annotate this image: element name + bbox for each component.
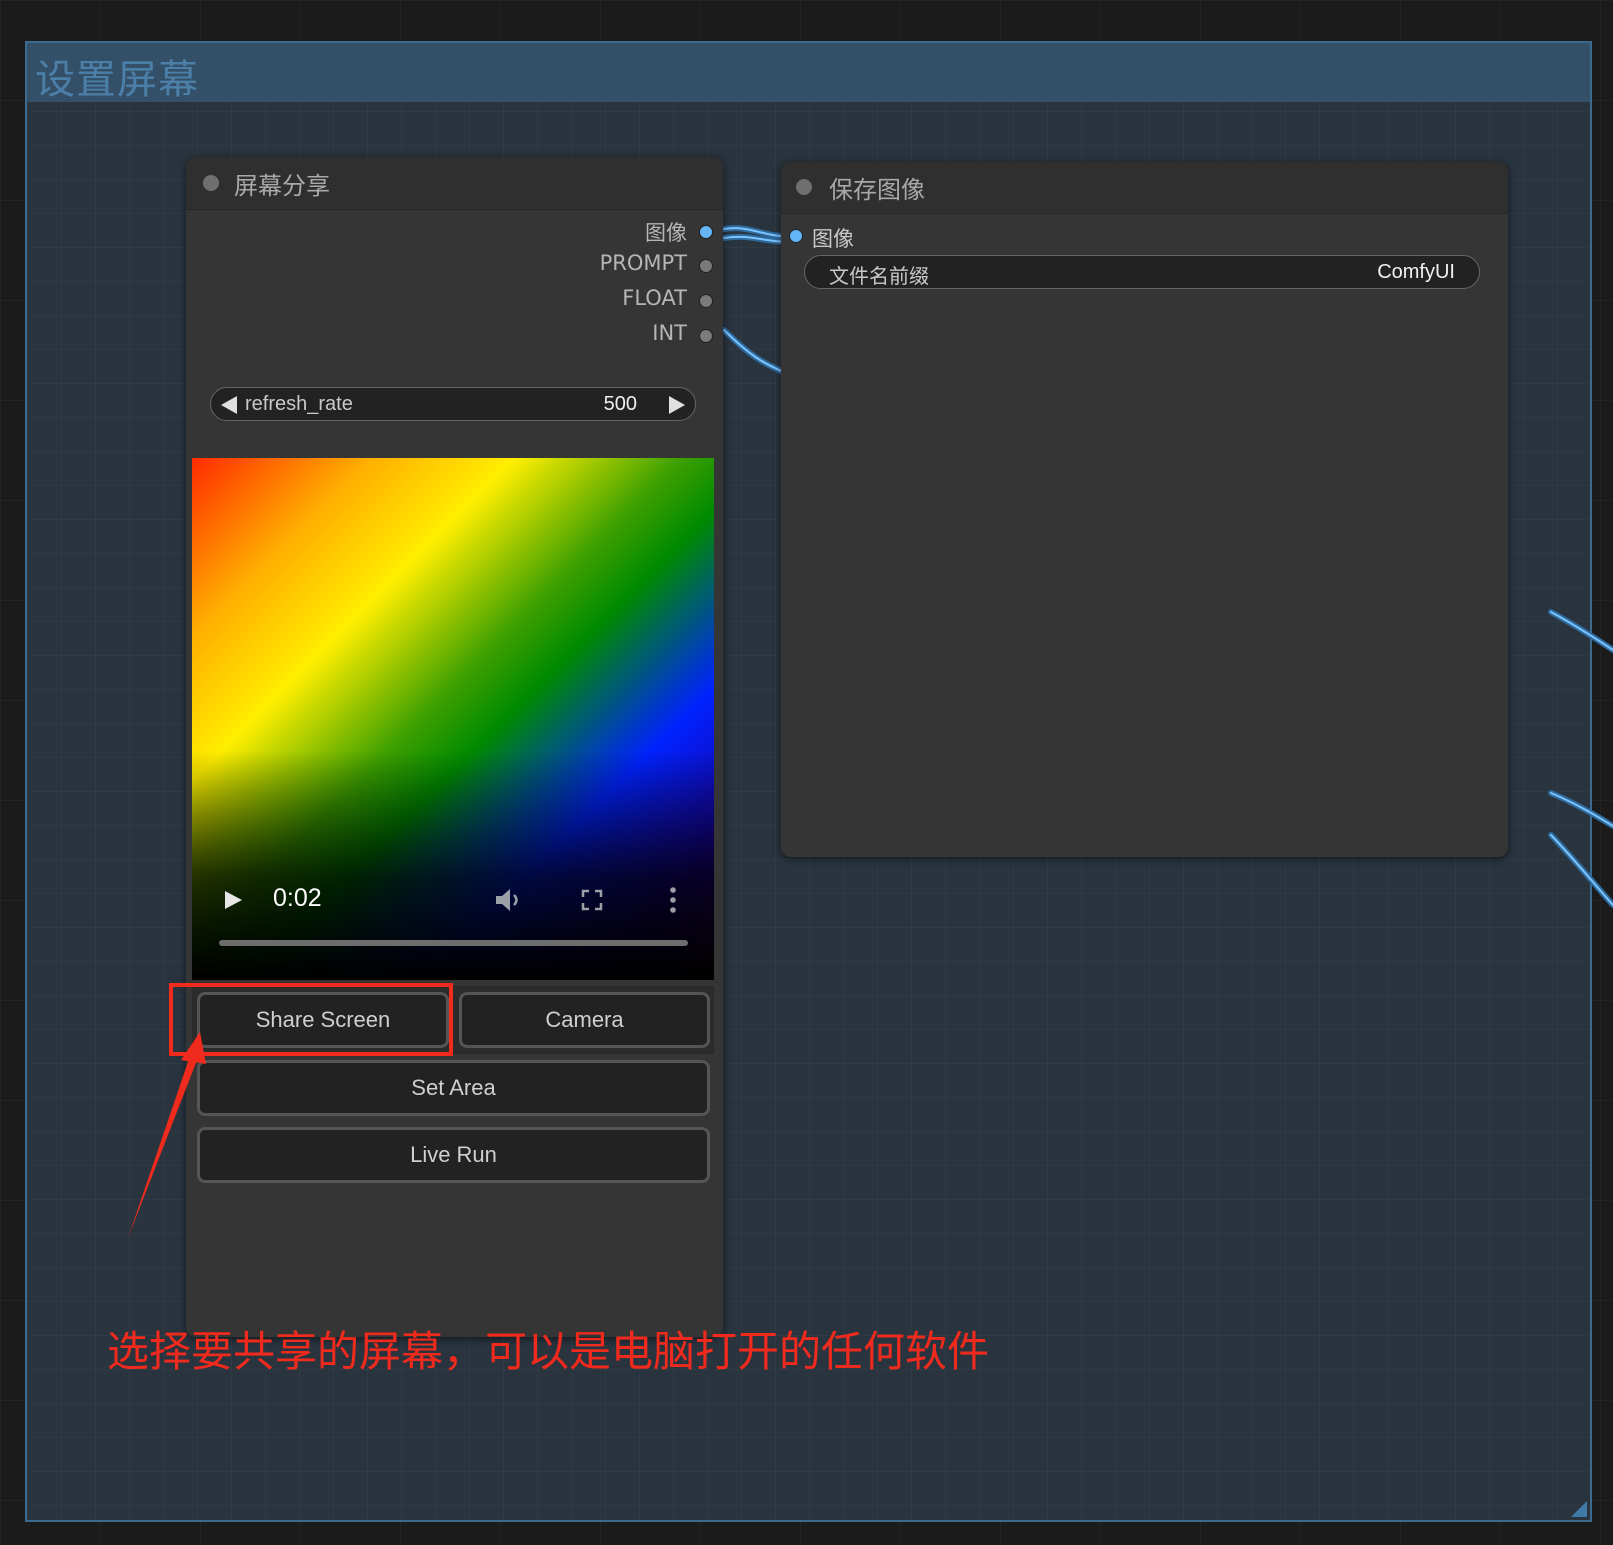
annotation-text: 选择要共享的屏幕，可以是电脑打开的任何软件 <box>107 1327 990 1376</box>
annotation-arrow <box>128 1032 206 1238</box>
